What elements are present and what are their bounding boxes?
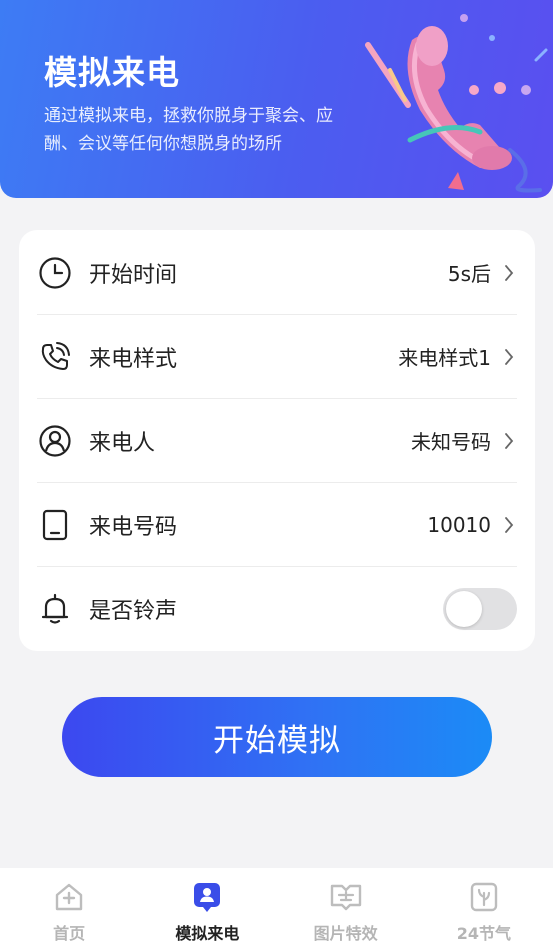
tab-simulated-call-label: 模拟来电 bbox=[175, 924, 240, 943]
solar-term-icon bbox=[467, 880, 501, 914]
caller-value: 未知号码 bbox=[411, 430, 491, 454]
clock-icon bbox=[37, 255, 73, 291]
tablet-icon bbox=[37, 507, 73, 543]
tab-solar-terms-label: 24节气 bbox=[456, 924, 512, 943]
phone-handset-illustration bbox=[365, 14, 548, 193]
call-style-label: 来电样式 bbox=[89, 346, 178, 372]
page-title: 模拟来电 bbox=[44, 53, 180, 92]
chevron-right-icon bbox=[501, 431, 517, 451]
chevron-right-icon bbox=[501, 515, 517, 535]
chevron-right-icon bbox=[501, 347, 517, 367]
call-style-row[interactable]: 来电样式 来电样式1 bbox=[37, 314, 517, 399]
caller-icon bbox=[190, 880, 224, 914]
ringtone-row: 是否铃声 bbox=[37, 566, 517, 651]
start-time-row[interactable]: 开始时间 5s后 bbox=[37, 230, 517, 315]
home-icon bbox=[52, 880, 86, 914]
start-simulation-button[interactable]: 开始模拟 bbox=[62, 697, 492, 777]
settings-card: 开始时间 5s后 来电样式 来电样式1 来电人 未知号码 来电号码 10010 … bbox=[19, 230, 535, 651]
call-style-value: 来电样式1 bbox=[398, 346, 491, 370]
caller-label: 来电人 bbox=[89, 430, 156, 456]
header-banner: 模拟来电 通过模拟来电，拯救你脱身于聚会、应酬、会议等任何你想脱身的场所 bbox=[0, 0, 553, 198]
tab-simulated-call[interactable]: 模拟来电 bbox=[138, 868, 276, 952]
toggle-knob bbox=[446, 590, 482, 627]
caller-number-row[interactable]: 来电号码 10010 bbox=[37, 482, 517, 567]
banner-description: 通过模拟来电，拯救你脱身于聚会、应酬、会议等任何你想脱身的场所 bbox=[44, 106, 333, 154]
tab-image-effects[interactable]: 图片特效 bbox=[277, 868, 415, 952]
start-time-label: 开始时间 bbox=[89, 262, 178, 288]
bottom-tab-bar: 首页 模拟来电 图片特效 24节气 bbox=[0, 868, 553, 952]
caller-number-label: 来电号码 bbox=[89, 514, 178, 540]
chevron-right-icon bbox=[501, 263, 517, 283]
person-icon bbox=[37, 423, 73, 459]
ringtone-toggle[interactable] bbox=[443, 587, 517, 630]
image-effect-icon bbox=[329, 880, 363, 914]
start-time-value: 5s后 bbox=[447, 262, 491, 286]
ringtone-label: 是否铃声 bbox=[89, 598, 178, 624]
tab-home[interactable]: 首页 bbox=[0, 868, 138, 952]
caller-number-value: 10010 bbox=[427, 512, 491, 537]
bell-icon bbox=[37, 591, 73, 627]
tab-home-label: 首页 bbox=[53, 924, 86, 943]
caller-row[interactable]: 来电人 未知号码 bbox=[37, 398, 517, 483]
tab-image-effects-label: 图片特效 bbox=[313, 924, 378, 943]
tab-solar-terms[interactable]: 24节气 bbox=[415, 868, 553, 952]
phone-call-icon bbox=[37, 339, 73, 375]
